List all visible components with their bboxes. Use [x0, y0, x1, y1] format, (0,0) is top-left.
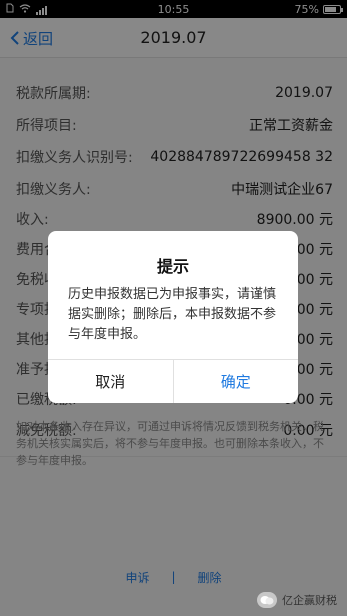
cancel-button[interactable]: 取消 [48, 360, 174, 403]
dialog-title: 提示 [156, 257, 189, 276]
dialog-message: 历史申报数据已为申报事实，请谨慎据实删除；删除后，本申报数据不参与年度申报。 [68, 287, 277, 342]
confirm-dialog: 提示 历史申报数据已为申报事实，请谨慎据实删除；删除后，本申报数据不参与年度申报… [48, 231, 298, 403]
confirm-button[interactable]: 确定 [174, 360, 299, 403]
dialog-buttons: 取消 确定 [48, 359, 298, 403]
watermark-text: 亿企赢财税 [282, 594, 337, 607]
wechat-logo-icon [257, 592, 277, 608]
watermark: 亿企赢财税 [257, 592, 337, 608]
